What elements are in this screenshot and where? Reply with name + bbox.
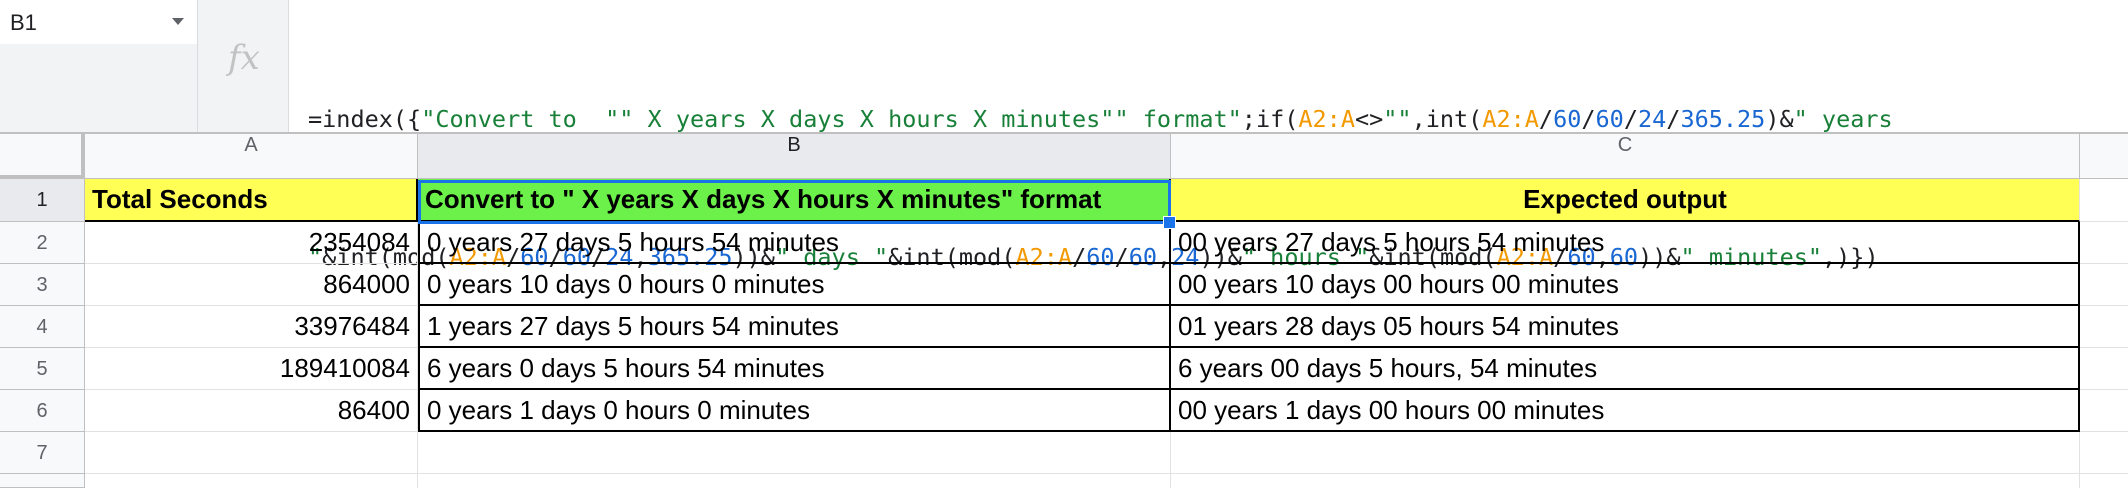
fill-handle[interactable] xyxy=(1163,216,1176,229)
cell-b2[interactable]: 0 years 27 days 5 hours 54 minutes xyxy=(418,222,1171,264)
row-header-7[interactable]: 7 xyxy=(0,432,85,474)
row-header-1[interactable]: 1 xyxy=(0,179,85,222)
chevron-down-icon[interactable] xyxy=(172,18,184,25)
cell-d2[interactable] xyxy=(2080,222,2128,264)
column-header-b[interactable]: B xyxy=(418,134,1171,179)
row-header-4[interactable]: 4 xyxy=(0,306,85,348)
fx-icon: fx xyxy=(228,38,260,78)
formula-token: "Convert to "" X years X days X hours X … xyxy=(421,105,1242,133)
formula-token: / xyxy=(1538,105,1554,133)
name-box-ref: B1 xyxy=(10,10,37,35)
cell-d4[interactable] xyxy=(2080,306,2128,348)
formula-token: ,int( xyxy=(1411,105,1483,133)
cell-c8[interactable] xyxy=(1171,474,2080,488)
cell-d3[interactable] xyxy=(2080,264,2128,306)
cell-b3[interactable]: 0 years 10 days 0 hours 0 minutes xyxy=(418,264,1171,306)
name-box-background xyxy=(0,44,197,132)
cell-a4[interactable]: 33976484 xyxy=(85,306,418,348)
cell-a1[interactable]: Total Seconds xyxy=(85,179,418,222)
cell-b1[interactable]: Convert to " X years X days X hours X mi… xyxy=(418,179,1171,222)
column-header-d[interactable] xyxy=(2080,134,2128,179)
cell-b4[interactable]: 1 years 27 days 5 hours 54 minutes xyxy=(418,306,1171,348)
formula-token: / xyxy=(1666,105,1681,133)
cell-c1[interactable]: Expected output xyxy=(1171,179,2080,222)
formula-token: =index({ xyxy=(308,105,422,133)
divider xyxy=(288,0,289,132)
formula-token: " years xyxy=(1793,105,1893,133)
cell-c4[interactable]: 01 years 28 days 05 hours 54 minutes xyxy=(1171,306,2080,348)
cell-a3[interactable]: 864000 xyxy=(85,264,418,306)
formula-token: "" xyxy=(1383,105,1412,133)
cell-d6[interactable] xyxy=(2080,390,2128,432)
cell-b8[interactable] xyxy=(418,474,1171,488)
formula-token: 60 xyxy=(1595,105,1624,133)
formula-token: ;if( xyxy=(1241,105,1299,133)
cell-c2[interactable]: 00 years 27 days 5 hours 54 minutes xyxy=(1171,222,2080,264)
row-header-6[interactable]: 6 xyxy=(0,390,85,432)
cell-c6[interactable]: 00 years 1 days 00 hours 00 minutes xyxy=(1171,390,2080,432)
cell-c7[interactable] xyxy=(1171,432,2080,474)
cell-b6[interactable]: 0 years 1 days 0 hours 0 minutes xyxy=(418,390,1171,432)
column-header-a[interactable]: A xyxy=(85,134,418,179)
cell-d7[interactable] xyxy=(2080,432,2128,474)
formula-token: )& xyxy=(1765,105,1794,133)
formula-token: 365.25 xyxy=(1680,105,1766,133)
name-box[interactable]: B1 xyxy=(0,0,197,44)
cell-a7[interactable] xyxy=(85,432,418,474)
row-header-5[interactable]: 5 xyxy=(0,348,85,390)
row-header-3[interactable]: 3 xyxy=(0,264,85,306)
cell-a2[interactable]: 2354084 xyxy=(85,222,418,264)
cell-a5[interactable]: 189410084 xyxy=(85,348,418,390)
cell-a6[interactable]: 86400 xyxy=(85,390,418,432)
cell-b7[interactable] xyxy=(418,432,1171,474)
cell-d1[interactable] xyxy=(2080,179,2128,222)
formula-token: / xyxy=(1623,105,1638,133)
formula-token: / xyxy=(1581,105,1596,133)
cell-d5[interactable] xyxy=(2080,348,2128,390)
formula-token: A2:A xyxy=(1298,105,1355,133)
fx-area: fx xyxy=(198,0,288,132)
formula-bar: B1 fx =index({"Convert to "" X years X d… xyxy=(0,0,2128,271)
spreadsheet-grid: A B C 1 2 3 4 5 6 7 Total Seconds Conver… xyxy=(0,134,2128,488)
cell-b5[interactable]: 6 years 0 days 5 hours 54 minutes xyxy=(418,348,1171,390)
select-all-corner[interactable] xyxy=(0,134,85,179)
column-header-c[interactable]: C xyxy=(1171,134,2080,179)
cell-c5[interactable]: 6 years 00 days 5 hours, 54 minutes xyxy=(1171,348,2080,390)
cell-a8[interactable] xyxy=(85,474,418,488)
formula-token: <> xyxy=(1354,105,1384,133)
cell-c3[interactable]: 00 years 10 days 00 hours 00 minutes xyxy=(1171,264,2080,306)
row-header-2[interactable]: 2 xyxy=(0,222,85,264)
formula-token: 24 xyxy=(1637,105,1667,133)
formula-token: A2:A xyxy=(1482,105,1539,133)
formula-token: 60 xyxy=(1553,105,1582,133)
row-header-8[interactable] xyxy=(0,474,85,488)
